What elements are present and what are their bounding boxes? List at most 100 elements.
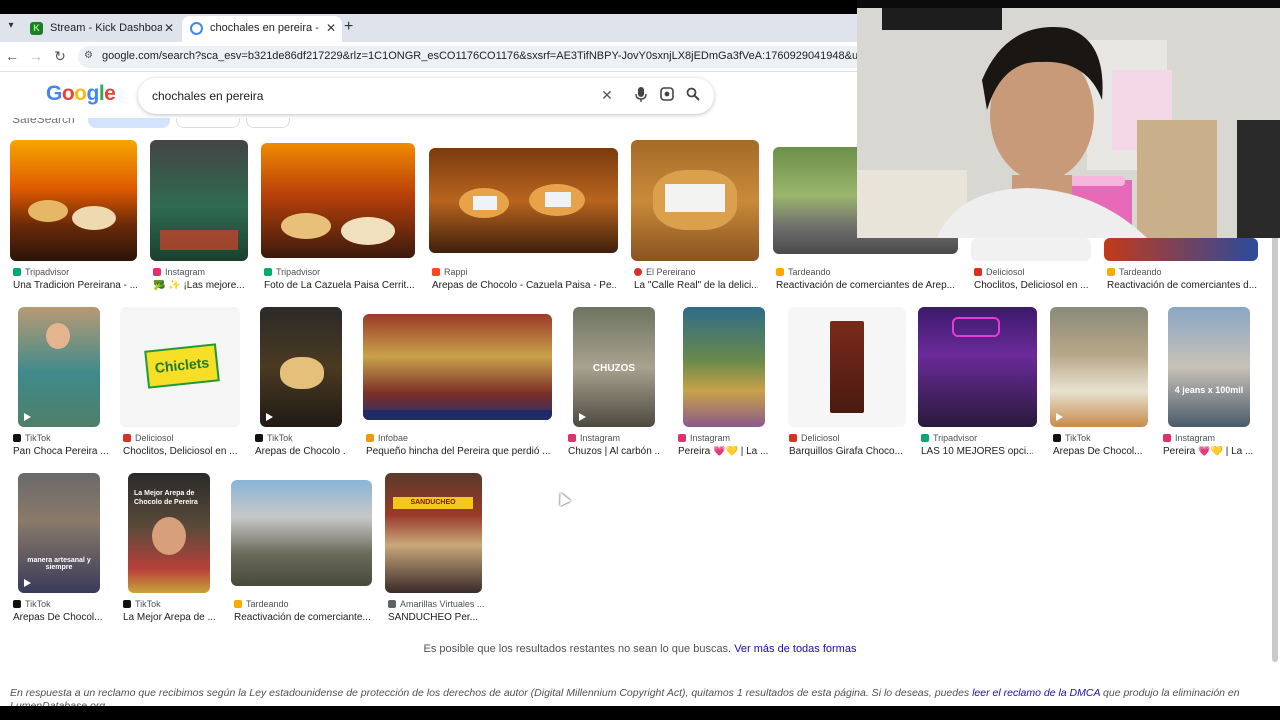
result-source: Infobae	[366, 433, 408, 443]
dmca-notice: En respuesta a un reclamo que recibimos …	[10, 687, 1270, 699]
result-thumbnail[interactable]	[683, 307, 765, 427]
site-info-icon[interactable]: ⚙	[84, 50, 96, 62]
result-title[interactable]: Pequeño hincha del Pereira que perdió ..…	[366, 446, 552, 457]
result-thumbnail[interactable]	[260, 307, 342, 427]
result-source: Amarillas Virtuales ...	[388, 599, 484, 609]
mouse-cursor-icon	[555, 490, 571, 506]
forward-icon[interactable]: →	[28, 48, 44, 64]
result-source: Instagram	[1163, 433, 1215, 443]
result-thumbnail[interactable]	[231, 480, 372, 586]
google-logo[interactable]: Google	[46, 82, 116, 106]
result-source: Instagram	[678, 433, 730, 443]
result-title[interactable]: Pereira 💗💛 | La ...	[678, 446, 770, 457]
filter-chip[interactable]	[88, 118, 170, 128]
result-thumbnail[interactable]	[18, 307, 100, 427]
result-title[interactable]: SANDUCHEO Per...	[388, 612, 482, 623]
dmca-text: En respuesta a un reclamo que recibimos …	[10, 687, 970, 699]
result-title[interactable]: Pan Choca Pereira ...	[13, 446, 113, 457]
play-icon	[1056, 413, 1063, 421]
result-title[interactable]: Arepas De Chocol...	[1053, 446, 1147, 457]
result-thumbnail[interactable]	[631, 140, 759, 261]
safesearch-label[interactable]: SafeSearch	[12, 118, 75, 126]
filter-chip[interactable]	[176, 118, 240, 128]
tab-search-icon[interactable]: ▾	[4, 20, 18, 34]
result-title[interactable]: 🥦 ✨ ¡Las mejore...	[153, 280, 248, 291]
result-title[interactable]: Arepas de Chocolo ...	[255, 446, 345, 457]
result-thumbnail[interactable]	[261, 143, 415, 258]
play-icon	[24, 413, 31, 421]
result-title[interactable]: Una Tradicion Pereirana - ...	[13, 280, 137, 291]
result-source: Deliciosol	[789, 433, 840, 443]
result-thumbnail[interactable]	[429, 148, 618, 253]
play-icon	[24, 579, 31, 587]
google-icon	[190, 22, 203, 35]
result-thumbnail[interactable]: CHUZOS	[573, 307, 655, 427]
result-source: TikTok	[13, 599, 51, 609]
result-title[interactable]: Reactivación de comerciantes de Arep...	[776, 280, 958, 291]
more-results-text: Es posible que los resultados restantes …	[423, 643, 732, 655]
play-icon	[266, 413, 273, 421]
result-thumbnail[interactable]	[10, 140, 137, 261]
tab-kick-dashboard[interactable]: K Stream - Kick Dashboard ✕	[22, 16, 180, 42]
clear-icon[interactable]: ✕	[598, 87, 616, 105]
result-source: TikTok	[1053, 433, 1091, 443]
result-title[interactable]: Reactivación de comerciante...	[234, 612, 370, 623]
search-box[interactable]: chochales en pereira ✕	[138, 78, 714, 114]
new-tab-icon[interactable]: +	[344, 18, 353, 36]
lens-icon[interactable]	[658, 87, 676, 105]
tab-google-search[interactable]: chochales en pereira - Buscar c ✕	[182, 16, 342, 42]
result-source: El Pereirano	[634, 267, 696, 277]
result-title[interactable]: Arepas De Chocol...	[13, 612, 109, 623]
thumb-text: manera artesanal y siempre	[27, 557, 91, 571]
result-source: Rappi	[432, 267, 468, 277]
result-thumbnail[interactable]	[971, 238, 1091, 261]
filter-chip[interactable]	[246, 118, 290, 128]
dmca-link[interactable]: leer el reclamo de la DMCA	[972, 687, 1100, 699]
result-title[interactable]: Pereira 💗💛 | La ...	[1163, 446, 1259, 457]
result-thumbnail[interactable]	[788, 307, 906, 427]
result-thumbnail[interactable]	[1104, 238, 1258, 261]
result-source: Tardeando	[234, 599, 289, 609]
result-title[interactable]: Foto de La Cazuela Paisa Cerrit...	[264, 280, 414, 291]
close-icon[interactable]: ✕	[164, 21, 174, 35]
result-title[interactable]: LAS 10 MEJORES opci...	[921, 446, 1033, 457]
result-thumbnail[interactable]	[363, 314, 552, 420]
result-thumbnail[interactable]: manera artesanal y siempre	[18, 473, 100, 593]
more-results-note: Es posible que los resultados restantes …	[0, 643, 1280, 655]
result-title[interactable]: La Mejor Arepa de ...	[123, 612, 215, 623]
result-thumbnail[interactable]	[1050, 307, 1148, 427]
result-source: Tardeando	[776, 267, 831, 277]
search-icon[interactable]	[684, 87, 702, 105]
result-title[interactable]: Barquillos Girafa Choco...	[789, 446, 903, 457]
result-thumbnail[interactable]: 4 jeans x 100mil	[1168, 307, 1250, 427]
thumb-text: SANDUCHEO	[393, 497, 473, 509]
back-icon[interactable]: ←	[4, 48, 20, 64]
result-title[interactable]: Choclitos, Deliciosol en ...	[974, 280, 1092, 291]
result-thumbnail[interactable]: La Mejor Arepa de Chocolo de Pereira	[128, 473, 210, 593]
url-field[interactable]: ⚙ google.com/search?sca_esv=b321de86df21…	[78, 46, 1016, 68]
close-icon[interactable]: ✕	[326, 21, 336, 35]
result-title[interactable]: La "Calle Real" de la delici...	[634, 280, 758, 291]
result-title[interactable]: Arepas de Chocolo - Cazuela Paisa - Pe..…	[432, 280, 616, 291]
result-thumbnail[interactable]: Chiclets	[120, 307, 240, 427]
result-source: Instagram	[568, 433, 620, 443]
thumb-text: CHUZOS	[592, 363, 636, 374]
search-input[interactable]: chochales en pereira	[152, 89, 263, 103]
microphone-icon[interactable]	[632, 87, 650, 105]
result-title[interactable]: Chuzos | Al carbón ...	[568, 446, 660, 457]
see-more-link[interactable]: Ver más de todas formas	[734, 643, 856, 655]
reload-icon[interactable]: ↻	[52, 48, 68, 65]
letterbox-bottom	[0, 706, 1280, 720]
result-thumbnail[interactable]: SANDUCHEO	[385, 473, 482, 593]
result-source: TikTok	[255, 433, 293, 443]
webcam-picture	[857, 0, 1280, 238]
result-title[interactable]: Choclitos, Deliciosol en ...	[123, 446, 239, 457]
result-thumbnail[interactable]	[150, 140, 248, 261]
result-title[interactable]: Reactivación de comerciantes d...	[1107, 280, 1257, 291]
result-source: Tripadvisor	[921, 433, 977, 443]
result-thumbnail[interactable]	[918, 307, 1037, 427]
thumb-text: La Mejor Arepa de Chocolo de Pereira	[134, 490, 198, 506]
kick-icon: K	[30, 22, 43, 35]
result-source: Instagram	[153, 267, 205, 277]
thumb-text: Chiclets	[144, 343, 220, 389]
